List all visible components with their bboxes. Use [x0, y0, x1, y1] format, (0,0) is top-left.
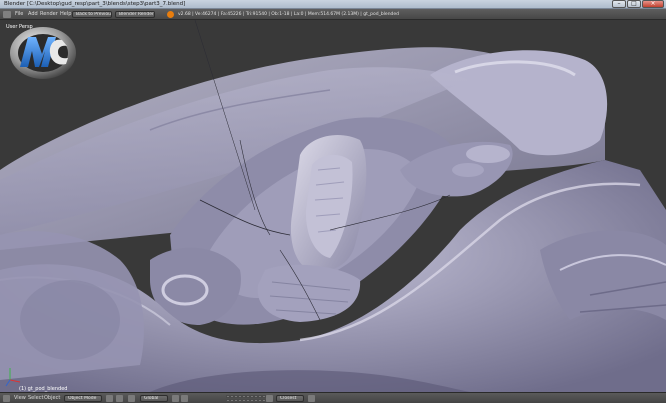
- editor-type-icon[interactable]: [3, 11, 11, 18]
- watermark-logo-icon: [10, 27, 76, 79]
- menu-object[interactable]: Object: [44, 393, 60, 403]
- car-model-render: [0, 20, 666, 392]
- pivot-point-icon[interactable]: [116, 395, 123, 402]
- scene-stats: v2.68 | Ve:46274 | Fa:45226 | Tri:91540 …: [178, 12, 400, 17]
- window-title: Blender [C:\Desktop\gud_resp\part_3\blen…: [4, 1, 186, 7]
- maximize-icon[interactable]: □: [627, 0, 641, 8]
- render-icon[interactable]: [308, 395, 315, 402]
- blender-logo-icon: [167, 11, 174, 18]
- blender-window: Blender [C:\Desktop\gud_resp\part_3\blen…: [0, 0, 666, 403]
- menu-help[interactable]: Help: [60, 9, 71, 20]
- editor-type-icon[interactable]: [3, 395, 10, 402]
- window-titlebar: Blender [C:\Desktop\gud_resp\part_3\blen…: [0, 0, 666, 9]
- menu-render[interactable]: Render: [40, 9, 58, 20]
- viewport-shading-icon[interactable]: [106, 395, 113, 402]
- menu-view[interactable]: View: [14, 393, 26, 403]
- info-header: File Add Render Help Back to Previous Bl…: [0, 9, 666, 20]
- menu-file[interactable]: File: [15, 9, 23, 20]
- manipulator-icon[interactable]: [128, 395, 135, 402]
- close-icon[interactable]: ×: [642, 0, 664, 8]
- viewport-header: View Select Object Object Mode Global Cl…: [0, 392, 666, 403]
- screen-layout-button[interactable]: Back to Previous: [72, 11, 112, 18]
- layer-toggle-icon[interactable]: [172, 395, 179, 402]
- snap-magnet-icon[interactable]: [266, 395, 273, 402]
- layer-buttons[interactable]: [226, 395, 266, 402]
- menu-add[interactable]: Add: [28, 9, 38, 20]
- snap-target-select[interactable]: Closest: [276, 395, 304, 402]
- menu-select[interactable]: Select: [28, 393, 43, 403]
- transform-orientation-select[interactable]: Global: [140, 395, 168, 402]
- 3d-viewport[interactable]: User Persp (1) gt_pod_blended: [0, 20, 666, 392]
- lock-icon[interactable]: [181, 395, 188, 402]
- mode-select[interactable]: Object Mode: [64, 395, 102, 402]
- render-engine-select[interactable]: Blender Render: [115, 11, 155, 18]
- window-controls: – □ ×: [612, 0, 664, 9]
- minimize-icon[interactable]: –: [612, 0, 626, 8]
